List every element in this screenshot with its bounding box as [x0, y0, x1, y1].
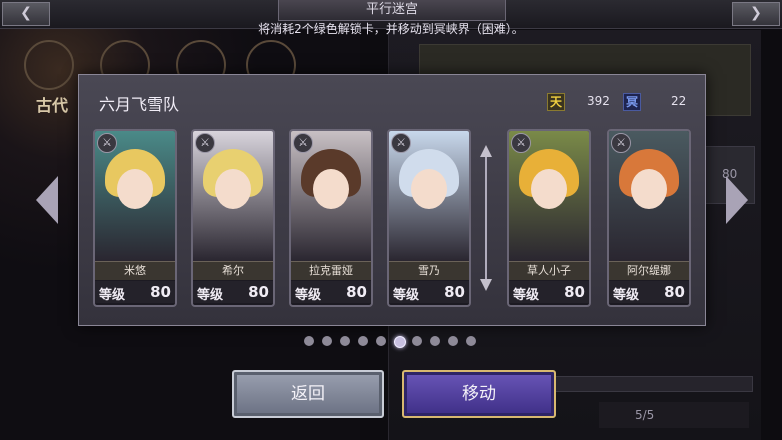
character-card[interactable]: ⚔ 米悠等级 80	[93, 129, 177, 307]
page-dot[interactable]	[322, 336, 332, 346]
heaven-count: 392	[587, 94, 610, 108]
next-team-arrow-icon[interactable]	[726, 176, 748, 224]
background-info: 5/5	[599, 402, 749, 428]
character-face	[411, 169, 447, 209]
level-label: 等级	[197, 288, 224, 303]
level-label: 等级	[613, 288, 640, 303]
character-card[interactable]: ⚔ 拉克雷娅等级 80	[289, 129, 373, 307]
underworld-icon: 冥	[623, 93, 641, 111]
character-face	[631, 169, 667, 209]
character-name: 拉克雷娅	[291, 261, 371, 280]
character-name: 草人小子	[509, 261, 589, 280]
character-name: 雪乃	[389, 261, 469, 280]
previous-team-arrow-icon[interactable]	[36, 176, 58, 224]
page-dot[interactable]	[376, 336, 386, 346]
swap-divider	[480, 145, 492, 291]
character-name: 阿尔缇娜	[609, 261, 689, 280]
class-badge-icon: ⚔	[195, 133, 215, 153]
up-arrow-icon	[480, 145, 492, 157]
class-badge-icon: ⚔	[391, 133, 411, 153]
level-label: 等级	[513, 288, 540, 303]
page-dot[interactable]	[394, 336, 406, 348]
team-dialog: 六月飞雪队 天 392 冥 22 ⚔ 米悠等级 80 ⚔ 希尔等级 80 ⚔ 拉克雷娅等级 80…	[78, 74, 706, 326]
level-label: 等级	[393, 288, 420, 303]
character-card[interactable]: ⚔ 希尔等级 80	[191, 129, 275, 307]
level-value: 80	[564, 283, 585, 301]
level-row: 等级 80	[609, 281, 689, 303]
class-badge-icon: ⚔	[511, 133, 531, 153]
level-value: 80	[444, 283, 465, 301]
page-dot[interactable]	[358, 336, 368, 346]
character-card[interactable]: ⚔ 草人小子等级 80	[507, 129, 591, 307]
character-face	[215, 169, 251, 209]
page-dot[interactable]	[412, 336, 422, 346]
character-card[interactable]: ⚔ 阿尔缇娜等级 80	[607, 129, 691, 307]
character-name: 米悠	[95, 261, 175, 280]
background-count: 5/5	[635, 408, 655, 422]
page-dot[interactable]	[340, 336, 350, 346]
character-face	[313, 169, 349, 209]
page-dot[interactable]	[304, 336, 314, 346]
era-label: 古代	[36, 96, 69, 115]
level-value: 80	[664, 283, 685, 301]
page-dot[interactable]	[430, 336, 440, 346]
page-dot[interactable]	[448, 336, 458, 346]
character-card[interactable]: ⚔ 雪乃等级 80	[387, 129, 471, 307]
level-label: 等级	[295, 288, 322, 303]
level-row: 等级 80	[95, 281, 175, 303]
level-label: 等级	[99, 288, 126, 303]
underworld-count: 22	[671, 94, 687, 108]
character-name: 希尔	[193, 261, 273, 280]
page-title: 平行迷宫	[278, 0, 506, 21]
level-value: 80	[248, 283, 269, 301]
back-button[interactable]: 返回	[232, 370, 384, 418]
move-notice: 将消耗2个绿色解锁卡，并移动到冥峡界（困难）。	[258, 22, 524, 36]
down-arrow-icon	[480, 279, 492, 291]
level-row: 等级 80	[193, 281, 273, 303]
level-row: 等级 80	[389, 281, 469, 303]
heaven-icon: 天	[547, 93, 565, 111]
level-value: 80	[150, 283, 171, 301]
move-button[interactable]: 移动	[402, 370, 556, 418]
level-row: 等级 80	[291, 281, 371, 303]
character-face	[117, 169, 153, 209]
character-face	[531, 169, 567, 209]
class-badge-icon: ⚔	[293, 133, 313, 153]
class-badge-icon: ⚔	[97, 133, 117, 153]
level-value: 80	[346, 283, 367, 301]
era-emblem-icon	[24, 40, 74, 90]
background-progress-bar	[549, 376, 753, 392]
page-dot[interactable]	[466, 336, 476, 346]
team-name: 六月飞雪队	[99, 95, 180, 114]
level-row: 等级 80	[509, 281, 589, 303]
class-badge-icon: ⚔	[611, 133, 631, 153]
